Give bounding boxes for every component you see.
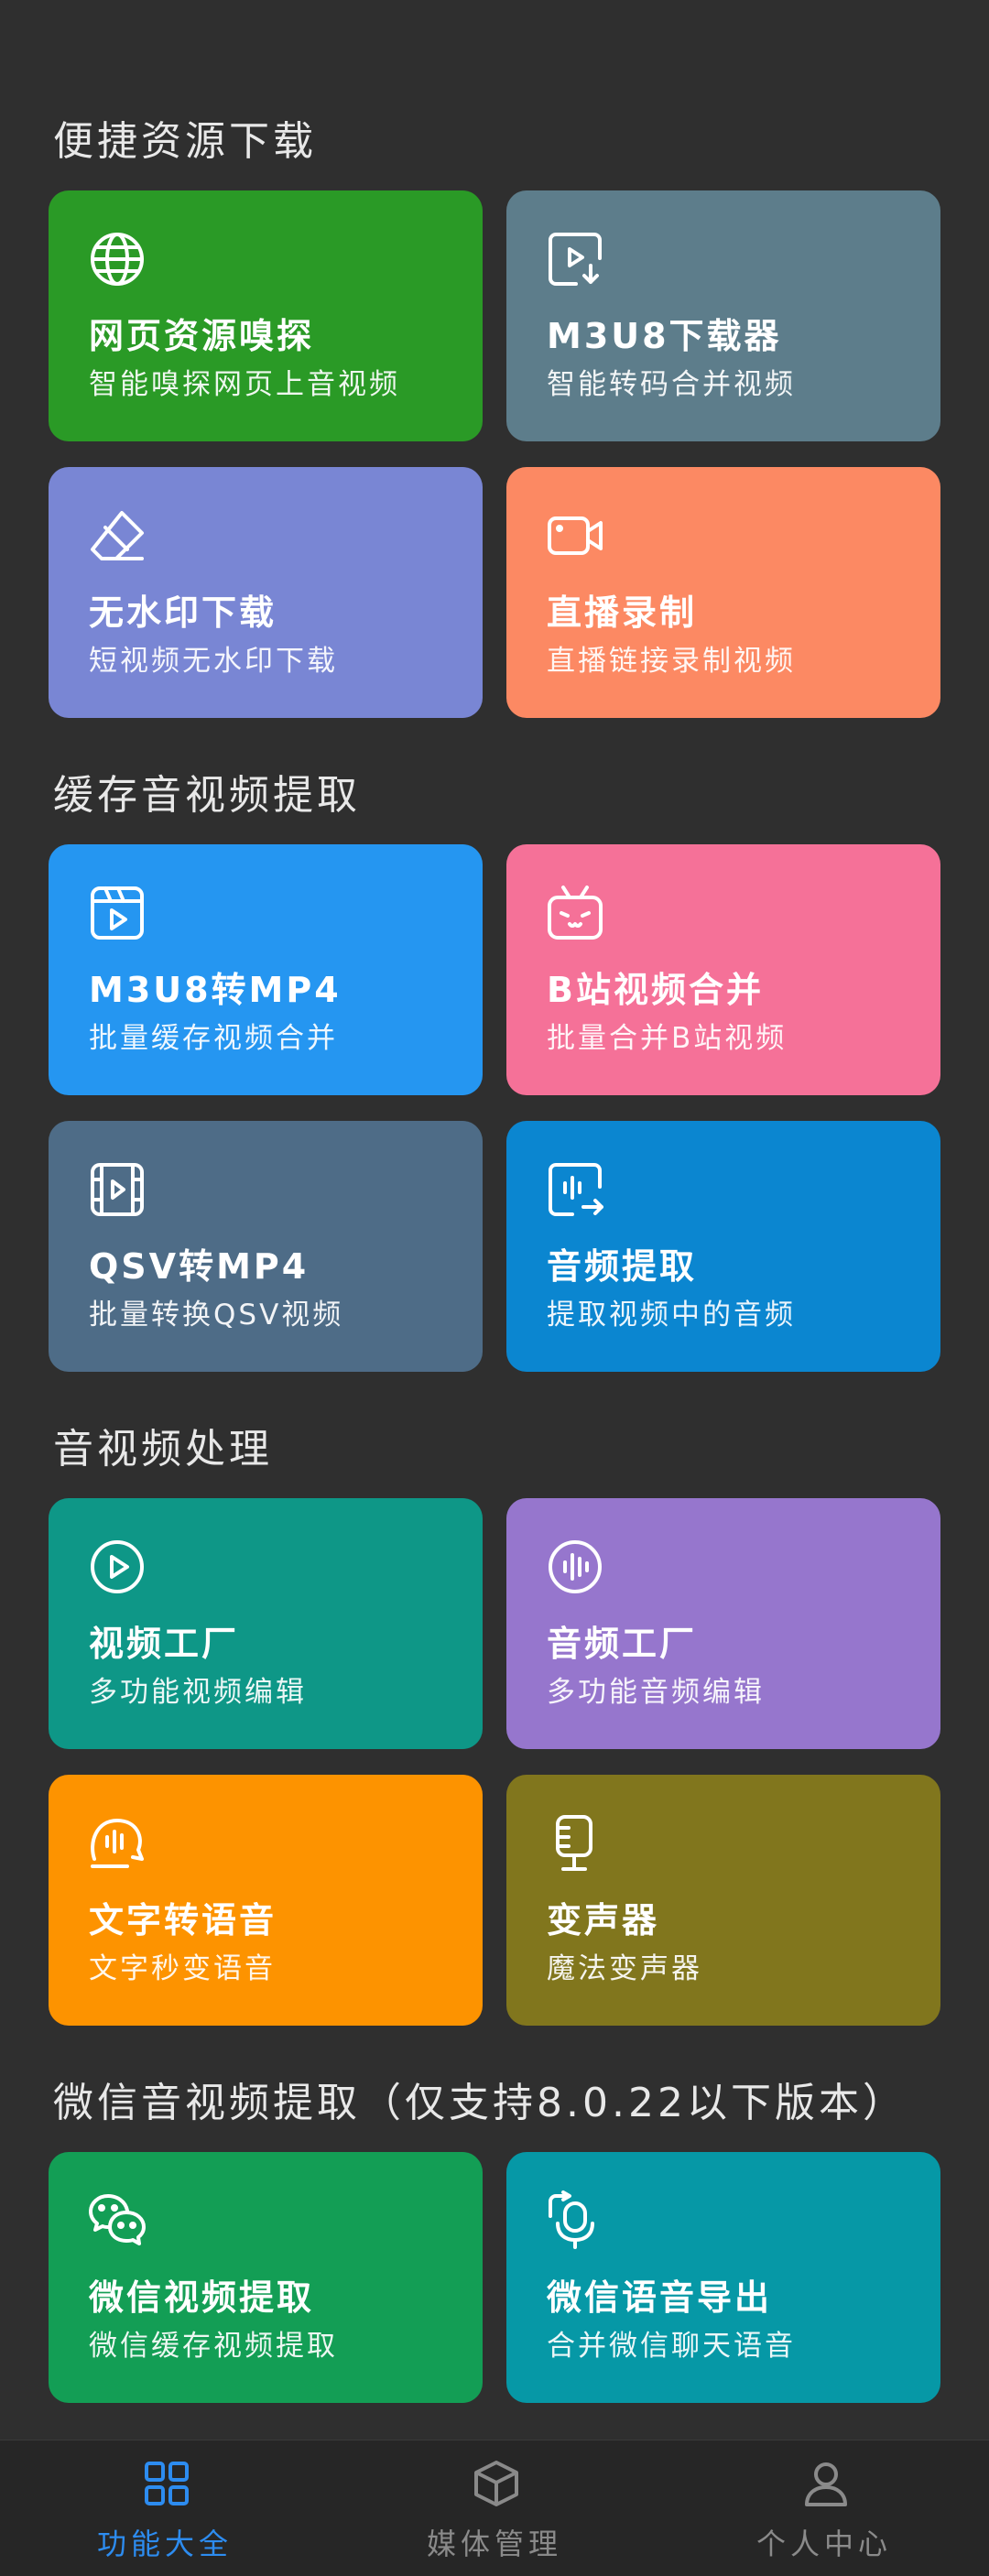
card-voice-changer[interactable]: 变声器 魔法变声器 bbox=[506, 1775, 940, 2026]
card-subtitle: 魔法变声器 bbox=[547, 1952, 702, 1985]
card-title: 微信语音导出 bbox=[547, 2277, 773, 2318]
card-title: M3U8转MP4 bbox=[89, 970, 342, 1010]
card-title: 无水印下载 bbox=[89, 592, 277, 633]
bilibili-icon bbox=[545, 883, 605, 943]
audio-extract-icon bbox=[545, 1159, 605, 1220]
video-download-icon bbox=[545, 229, 605, 289]
card-title: M3U8下载器 bbox=[547, 316, 782, 356]
camera-icon bbox=[545, 505, 605, 566]
card-qsv-to-mp4[interactable]: QSV转MP4 批量转换QSV视频 bbox=[49, 1121, 483, 1372]
section-title-cache-extract: 缓存音视频提取 bbox=[53, 772, 361, 819]
card-subtitle: 批量合并B站视频 bbox=[547, 1022, 788, 1055]
card-title: B站视频合并 bbox=[547, 970, 764, 1010]
speech-icon bbox=[87, 1813, 147, 1874]
film-icon bbox=[87, 1159, 147, 1220]
nav-label: 个人中心 bbox=[755, 2527, 892, 2561]
audio-wave-icon bbox=[545, 1537, 605, 1597]
card-audio-extract[interactable]: 音频提取 提取视频中的音频 bbox=[506, 1121, 940, 1372]
card-title: 音频工厂 bbox=[547, 1624, 698, 1664]
card-subtitle: 合并微信聊天语音 bbox=[547, 2330, 796, 2363]
voice-export-icon bbox=[545, 2190, 605, 2251]
nav-item-features[interactable]: 功能大全 bbox=[0, 2440, 330, 2576]
card-subtitle: 提取视频中的音频 bbox=[547, 1299, 796, 1331]
card-web-sniffer[interactable]: 网页资源嗅探 智能嗅探网页上音视频 bbox=[49, 190, 483, 441]
card-video-factory[interactable]: 视频工厂 多功能视频编辑 bbox=[49, 1498, 483, 1749]
card-title: 音频提取 bbox=[547, 1246, 698, 1287]
section-title-wechat-extract: 微信音视频提取（仅支持8.0.22以下版本） bbox=[53, 2080, 907, 2126]
bottom-nav: 功能大全 媒体管理 个人中心 bbox=[0, 2440, 989, 2576]
card-no-watermark[interactable]: 无水印下载 短视频无水印下载 bbox=[49, 467, 483, 718]
nav-label: 媒体管理 bbox=[426, 2527, 562, 2561]
card-subtitle: 文字秒变语音 bbox=[89, 1952, 276, 1985]
section-title-av-processing: 音视频处理 bbox=[53, 1426, 273, 1473]
card-subtitle: 智能嗅探网页上音视频 bbox=[89, 368, 400, 401]
nav-label: 功能大全 bbox=[96, 2527, 233, 2561]
card-subtitle: 微信缓存视频提取 bbox=[89, 2330, 338, 2363]
eraser-icon bbox=[87, 505, 147, 566]
card-m3u8-to-mp4[interactable]: M3U8转MP4 批量缓存视频合并 bbox=[49, 844, 483, 1095]
globe-icon bbox=[87, 229, 147, 289]
card-subtitle: 直播链接录制视频 bbox=[547, 645, 796, 678]
wechat-icon bbox=[87, 2190, 147, 2251]
nav-item-media[interactable]: 媒体管理 bbox=[330, 2440, 659, 2576]
card-subtitle: 批量转换QSV视频 bbox=[89, 1299, 344, 1331]
card-text-to-speech[interactable]: 文字转语音 文字秒变语音 bbox=[49, 1775, 483, 2026]
card-subtitle: 批量缓存视频合并 bbox=[89, 1022, 338, 1055]
card-title: 微信视频提取 bbox=[89, 2277, 315, 2318]
card-title: 视频工厂 bbox=[89, 1624, 240, 1664]
play-circle-icon bbox=[87, 1537, 147, 1597]
card-title: 直播录制 bbox=[547, 592, 698, 633]
card-wechat-voice[interactable]: 微信语音导出 合并微信聊天语音 bbox=[506, 2152, 940, 2403]
card-subtitle: 多功能视频编辑 bbox=[89, 1676, 307, 1709]
box-icon bbox=[472, 2459, 521, 2508]
user-icon bbox=[801, 2459, 851, 2508]
card-subtitle: 智能转码合并视频 bbox=[547, 368, 796, 401]
microphone-icon bbox=[545, 1813, 605, 1874]
card-live-record[interactable]: 直播录制 直播链接录制视频 bbox=[506, 467, 940, 718]
card-title: QSV转MP4 bbox=[89, 1246, 310, 1287]
grid-icon bbox=[142, 2459, 191, 2508]
card-subtitle: 短视频无水印下载 bbox=[89, 645, 338, 678]
card-m3u8-downloader[interactable]: M3U8下载器 智能转码合并视频 bbox=[506, 190, 940, 441]
section-title-quick-download: 便捷资源下载 bbox=[53, 118, 317, 165]
card-subtitle: 多功能音频编辑 bbox=[547, 1676, 765, 1709]
nav-item-profile[interactable]: 个人中心 bbox=[659, 2440, 989, 2576]
card-bilibili-merge[interactable]: B站视频合并 批量合并B站视频 bbox=[506, 844, 940, 1095]
card-title: 变声器 bbox=[547, 1900, 660, 1940]
card-title: 网页资源嗅探 bbox=[89, 316, 315, 356]
card-title: 文字转语音 bbox=[89, 1900, 277, 1940]
clapperboard-icon bbox=[87, 883, 147, 943]
card-audio-factory[interactable]: 音频工厂 多功能音频编辑 bbox=[506, 1498, 940, 1749]
card-wechat-video[interactable]: 微信视频提取 微信缓存视频提取 bbox=[49, 2152, 483, 2403]
